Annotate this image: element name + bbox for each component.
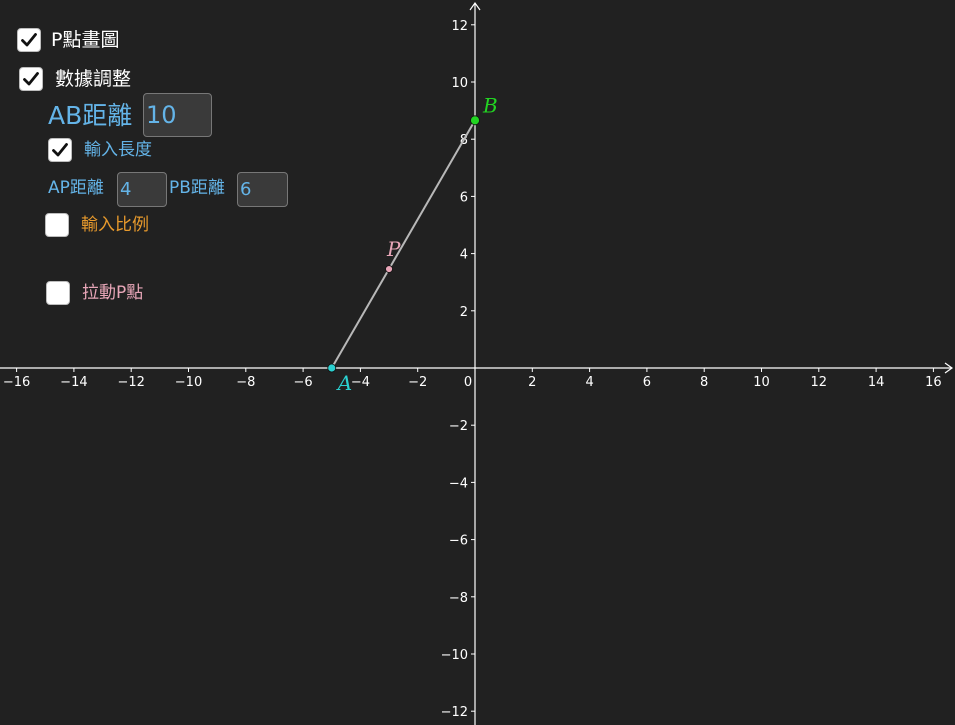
x-tick-label: −16	[3, 375, 30, 390]
drag-p-label: 拉動P點	[82, 283, 144, 303]
p-point	[385, 265, 393, 273]
p-draw-label: P點畫圖	[51, 29, 120, 51]
input-length-checkbox[interactable]	[48, 138, 72, 162]
y-tick-label: 6	[460, 190, 468, 205]
x-tick-label: −10	[175, 375, 202, 390]
x-tick-label: −12	[117, 375, 144, 390]
y-tick-label: −12	[441, 705, 468, 720]
x-tick-label: 16	[925, 375, 942, 390]
a-point	[327, 363, 337, 373]
pb-distance-label: PB距離	[169, 178, 225, 198]
y-tick-label: −10	[441, 648, 468, 663]
x-tick-label: −2	[408, 375, 427, 390]
data-adjust-label: 數據調整	[55, 68, 132, 90]
p-label: P	[386, 237, 401, 261]
x-tick-label: −8	[236, 375, 255, 390]
ab-distance-input[interactable]	[143, 93, 212, 137]
drag-p-checkbox[interactable]	[46, 281, 70, 305]
y-tick-label: −8	[449, 591, 468, 606]
y-tick-label: −4	[449, 476, 468, 491]
y-tick-label: −6	[449, 534, 468, 549]
b-point	[470, 115, 480, 126]
input-ratio-checkbox[interactable]	[45, 213, 69, 237]
checkmark-icon	[21, 33, 37, 47]
y-tick-label: 10	[451, 76, 468, 91]
ab-distance-label: AB距離	[48, 101, 133, 130]
y-tick-label: −2	[449, 419, 468, 434]
x-tick-label: −4	[351, 375, 370, 390]
a-label: A	[336, 371, 352, 395]
x-tick-label: 14	[868, 375, 885, 390]
data-adjust-checkbox[interactable]	[19, 67, 43, 91]
construction: A B P	[327, 93, 498, 395]
x-tick-label: 8	[700, 375, 708, 390]
input-ratio-label: 輸入比例	[81, 215, 149, 235]
checkmark-icon	[52, 143, 68, 157]
y-tick-label: 12	[451, 19, 468, 34]
segment-ab	[330, 119, 476, 369]
x-tick-label: 10	[753, 375, 770, 390]
checkmark-icon	[23, 72, 39, 86]
b-label: B	[482, 93, 498, 117]
y-tick-label: 4	[460, 248, 468, 263]
y-tick-label: 2	[460, 305, 468, 320]
x-tick-label: −6	[294, 375, 313, 390]
pb-distance-input[interactable]	[237, 172, 288, 207]
x-tick-label: 2	[528, 375, 536, 390]
p-draw-checkbox[interactable]	[17, 28, 41, 52]
ap-distance-label: AP距離	[48, 178, 104, 198]
input-length-label: 輸入長度	[84, 140, 152, 160]
ap-distance-input[interactable]	[117, 172, 167, 207]
x-tick-label: 12	[811, 375, 828, 390]
x-tick-label: 6	[643, 375, 651, 390]
x-tick-label: 0	[464, 375, 472, 390]
x-tick-label: −14	[60, 375, 87, 390]
x-tick-label: 4	[585, 375, 593, 390]
